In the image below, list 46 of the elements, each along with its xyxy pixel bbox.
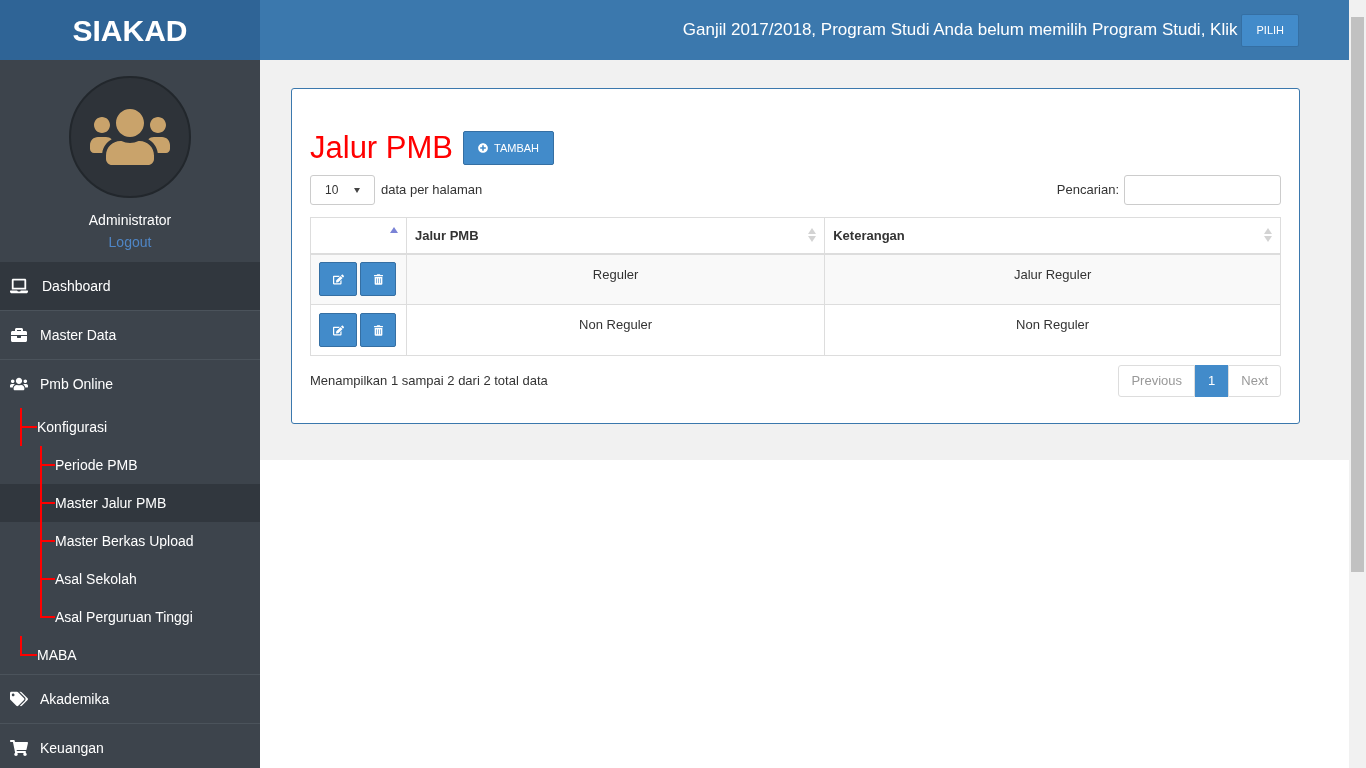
user-name: Administrator [88, 211, 172, 230]
submenu-item[interactable]: Asal Perguruan Tinggi [55, 606, 193, 628]
tags-icon [10, 691, 28, 707]
submenu-item[interactable]: Konfigurasi [37, 416, 108, 438]
add-button[interactable]: TAMBAH [463, 131, 554, 165]
table-cell: Non Reguler [824, 304, 1281, 356]
delete-button[interactable] [360, 313, 396, 347]
choose-button[interactable]: PILIH [1241, 13, 1299, 47]
scrollbar-thumb[interactable] [1351, 17, 1364, 572]
plus-icon [478, 143, 488, 153]
edit-icon [332, 273, 344, 285]
menu-item[interactable]: Akademika [0, 675, 260, 723]
search-field[interactable] [1124, 175, 1281, 205]
laptop-icon [10, 278, 28, 294]
submenu-item[interactable]: Asal Sekolah [55, 568, 137, 590]
trash-icon [373, 324, 383, 336]
table-cell: Jalur Reguler [824, 253, 1281, 305]
table-cell: Non Reguler [406, 304, 825, 356]
table-cell: Reguler [406, 253, 825, 305]
scrollbar[interactable] [1349, 0, 1366, 768]
program-notice: Ganjil 2017/2018, Program Studi Anda belum memilih Program Studi, Klik [682, 19, 1238, 42]
edit-button[interactable] [319, 262, 357, 297]
edit-icon [332, 324, 344, 336]
search-label: Pencarian: [1056, 181, 1119, 200]
brand-logo[interactable]: SIAKAD [72, 7, 188, 53]
page-button[interactable]: 1 [1195, 365, 1229, 397]
table-info: Menampilkan 1 sampai 2 dari 2 total data [310, 372, 548, 391]
menu-item[interactable]: Master Data [0, 311, 260, 359]
menu-item[interactable]: Pmb Online [0, 360, 260, 408]
page-size-label: data per halaman [381, 181, 483, 200]
briefcase-icon [10, 327, 28, 343]
dropdown-caret-icon [354, 187, 360, 193]
trash-icon [373, 273, 383, 285]
column-header[interactable]: Keterangan [824, 217, 1281, 254]
cart-icon [10, 740, 28, 756]
submenu-item[interactable]: Periode PMB [55, 454, 138, 476]
column-header[interactable]: Jalur PMB [406, 217, 825, 254]
page-title: Jalur PMB [310, 129, 453, 167]
users-icon [10, 376, 28, 392]
menu-item[interactable]: Dashboard [0, 262, 260, 310]
submenu-item[interactable]: MABA [37, 644, 77, 666]
page-size-select[interactable]: 10 [310, 175, 375, 205]
edit-button[interactable] [319, 313, 357, 347]
menu-item[interactable]: Keuangan [0, 724, 260, 768]
delete-button[interactable] [360, 262, 396, 297]
submenu-item[interactable]: Master Berkas Upload [55, 530, 194, 552]
